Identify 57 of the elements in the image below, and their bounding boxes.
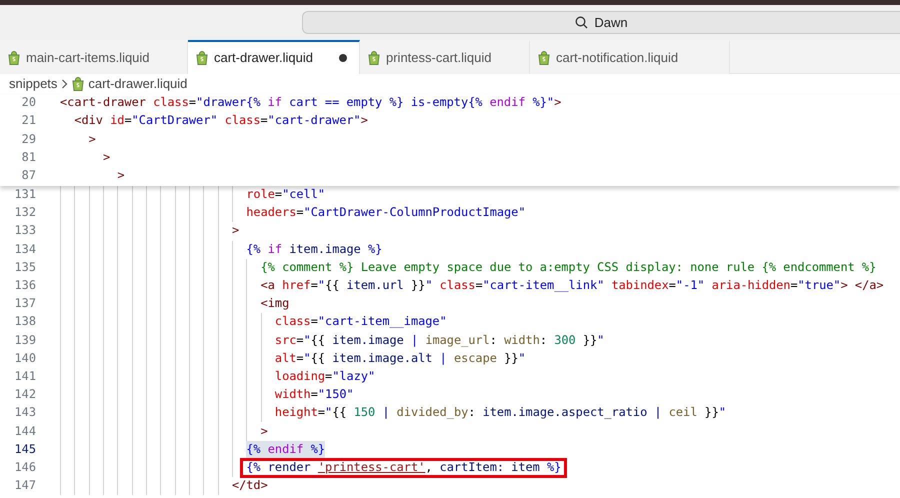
line-number: 147	[14, 477, 36, 494]
line-number: 143	[14, 404, 36, 422]
code-line: {% comment %} Leave empty space due to a:empty CSS display: none rule {% endcomment %}	[260, 258, 876, 276]
line-number: 131	[14, 186, 36, 204]
code-line: {% if item.image %}	[246, 240, 382, 258]
line-number: 145	[14, 440, 36, 458]
code-line: <cart-drawer class="drawer{% if cart == empty %} is-empty{% endif %}">	[60, 94, 562, 112]
code-line: headers="CartDrawer-ColumnProductImage"	[246, 204, 526, 222]
editor-tab[interactable]: cart-drawer.liquid	[188, 40, 360, 74]
line-number: 132	[14, 204, 36, 222]
line-number: 133	[14, 222, 36, 240]
line-number: 87	[20, 166, 36, 184]
editor-tab[interactable]: cart-notification.liquid	[530, 40, 730, 74]
search-icon	[575, 16, 588, 29]
code-line: <img	[260, 295, 290, 312]
code-line: <div id="CartDrawer" class="cart-drawer">	[74, 112, 368, 130]
editor-tab[interactable]: printess-cart.liquid	[360, 40, 530, 74]
code-line: >	[88, 130, 96, 148]
line-number: 81	[20, 148, 36, 166]
code-line: >	[117, 166, 124, 184]
code-line: alt="{{ item.image.alt | escape }}"	[274, 350, 526, 367]
search-field[interactable]: Dawn	[302, 11, 900, 34]
code-line: <a href="{{ item.url }}" class="cart-item__link" tabindex="-1" aria-hidden="true"> </a>	[260, 277, 884, 294]
line-number: 20	[20, 94, 36, 112]
code-line: loading="lazy"	[274, 368, 376, 385]
line-number: 140	[14, 350, 36, 367]
shopping-bag-icon	[196, 51, 208, 65]
line-number: 146	[14, 458, 36, 476]
code-line: class="cart-item__image"	[274, 313, 447, 330]
breadcrumb-folder[interactable]: snippets	[9, 74, 58, 94]
search-text: Dawn	[594, 14, 628, 32]
code-line: >	[232, 222, 240, 240]
shopping-bag-icon	[368, 51, 380, 65]
shopping-bag-icon	[8, 51, 20, 65]
chevron-right-icon	[61, 79, 68, 89]
code-line: height="{{ 150 | divided_by: item.image.aspect_ratio | ceil }}"	[274, 404, 726, 422]
code-line: >	[260, 422, 268, 440]
line-number: 134	[14, 240, 36, 258]
breadcrumb-file[interactable]: cart-drawer.liquid	[88, 74, 188, 94]
code-line: >	[102, 148, 110, 166]
code-line: role="cell"	[246, 186, 326, 204]
line-number: 139	[14, 332, 36, 349]
code-line: width="150"	[274, 386, 354, 404]
editor-tab[interactable]: main-cart-items.liquid	[0, 40, 188, 74]
line-number: 144	[14, 422, 36, 440]
line-number: 142	[14, 386, 36, 404]
line-number: 138	[14, 313, 36, 330]
line-number: 141	[14, 368, 36, 385]
line-number: 137	[14, 295, 36, 312]
shopping-bag-icon	[72, 77, 84, 91]
line-number: 135	[14, 258, 36, 276]
line-number: 136	[14, 277, 36, 294]
line-number: 21	[20, 112, 36, 130]
shopping-bag-icon	[538, 51, 550, 65]
line-number: 29	[20, 130, 36, 148]
code-line: </td>	[232, 477, 268, 494]
code-line: src="{{ item.image | image_url: width: 300 }}"	[274, 332, 604, 349]
